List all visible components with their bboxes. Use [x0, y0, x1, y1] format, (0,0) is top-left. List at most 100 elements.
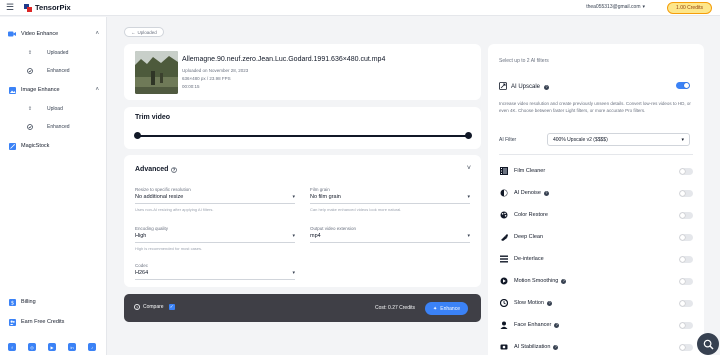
ai-filter-select[interactable]: 400% Upscale v2 ($$$$) ▾ [547, 133, 690, 146]
filter-name: Motion Smoothing [514, 278, 559, 284]
ai-upscale-toggle[interactable] [676, 82, 690, 89]
ai-denoise-toggle[interactable] [679, 189, 693, 197]
advanced-header[interactable]: Advanced ? [135, 166, 178, 173]
filter-name: AI Denoise [514, 190, 541, 196]
sidebar-item-magicstock[interactable]: MagicStock [0, 138, 107, 154]
chevron-down-icon: ▾ [292, 270, 295, 276]
logo[interactable]: TensorPix [24, 3, 71, 12]
filter-ai-denoise: AI Denoise? [499, 185, 693, 201]
ai-stabilization-toggle[interactable] [679, 343, 693, 351]
motion-smoothing-toggle[interactable] [679, 277, 693, 285]
video-icon [8, 31, 16, 38]
denoise-icon [499, 189, 508, 198]
filter-panel-title: Select up to 2 AI filters [499, 58, 549, 64]
field-value: No film grain [310, 194, 341, 200]
users-icon [8, 318, 16, 326]
linkedin-icon[interactable]: in [68, 343, 76, 351]
user-menu[interactable]: thea055313@gmail.com ▾ [586, 4, 645, 10]
encoding-quality-field[interactable]: Encoding quality High ▾ High is recommen… [135, 226, 295, 251]
help-icon[interactable]: ? [554, 322, 560, 328]
output-extension-field[interactable]: Output video extension mp4 ▾ [310, 226, 470, 243]
trim-card: Trim video [124, 107, 481, 149]
sidebar-group-image-enhance[interactable]: Image Enhance ˄ [0, 82, 107, 98]
filter-name: AI Upscale [511, 84, 541, 90]
upload-icon: ⇪ [27, 106, 33, 112]
filter-film-cleaner: Film Cleaner [499, 163, 693, 179]
help-icon[interactable]: ? [546, 300, 552, 306]
upscale-icon [499, 82, 507, 92]
cost-label: Cost: 0.27 Credits [374, 305, 415, 311]
compare-toggle[interactable]: ? Compare ✓ [134, 304, 175, 310]
video-thumbnail[interactable] [135, 51, 178, 94]
deinterlace-icon [499, 255, 508, 264]
filter-name: Color Restore [514, 212, 548, 218]
trim-start-handle[interactable] [133, 132, 141, 139]
ai-filter-value: 400% Upscale v2 ($$$$) [553, 137, 608, 143]
sidebar-group-video-enhance[interactable]: Video Enhance ˄ [0, 26, 107, 42]
social-links: f ◎ ▶ in ♪ [0, 343, 107, 351]
slow-motion-toggle[interactable] [679, 299, 693, 307]
chevron-up-icon: ˄ [95, 87, 99, 93]
field-value: mp4 [310, 233, 321, 239]
filter-name: De-interlace [514, 256, 544, 262]
divider [499, 154, 693, 155]
resize-field[interactable]: Resize to specific resolution No additio… [135, 187, 295, 212]
deep-clean-toggle[interactable] [679, 233, 693, 241]
sidebar-item-label: Enhanced [47, 124, 70, 130]
enhance-button[interactable]: ✦ Enhance [425, 302, 468, 315]
filter-name: Film Cleaner [514, 168, 546, 174]
chevron-down-icon: ▾ [292, 194, 295, 200]
sidebar-item-label: Billing [21, 299, 36, 305]
back-label: Uploaded [137, 29, 157, 35]
chevron-down-icon[interactable]: ˅ [467, 165, 471, 172]
film-grain-field[interactable]: Film grain No film grain ▾ Can help make… [310, 187, 470, 212]
tiktok-icon[interactable]: ♪ [88, 343, 96, 351]
face-enhancer-toggle[interactable] [679, 321, 693, 329]
sidebar-item-video-enhanced[interactable]: Enhanced [0, 64, 107, 78]
check-circle-icon [27, 124, 33, 130]
youtube-icon[interactable]: ▶ [48, 343, 56, 351]
instagram-icon[interactable]: ◎ [28, 343, 36, 351]
filter-motion-smoothing: Motion Smoothing? [499, 273, 693, 289]
ai-upscale-row: AI Upscale ? [499, 82, 691, 92]
sidebar-item-label: Uploaded [47, 50, 69, 56]
filter-slow-motion: Slow Motion? [499, 295, 693, 311]
filter-name: AI Stabilization [514, 344, 551, 350]
filter-de-interlace: De-interlace [499, 251, 693, 267]
slow-motion-icon [499, 299, 508, 308]
credits-button[interactable]: 1.00 Credits [667, 2, 712, 14]
chevron-up-icon: ˄ [95, 31, 99, 37]
sidebar-item-earn-free-credits[interactable]: Earn Free Credits [0, 314, 107, 330]
trim-end-handle[interactable] [464, 132, 472, 139]
sidebar-item-label: Enhanced [47, 68, 70, 74]
sidebar-item-image-enhanced[interactable]: Enhanced [0, 120, 107, 134]
help-icon[interactable]: ? [553, 344, 559, 350]
check-circle-icon [27, 68, 33, 74]
field-value: High [135, 233, 147, 239]
field-value: H264 [135, 270, 149, 276]
advanced-card: Advanced ? ˅ Resize to specific resoluti… [124, 155, 481, 287]
sidebar-item-uploaded[interactable]: ⇪ Uploaded [0, 46, 107, 60]
filter-ai-stabilization: AI Stabilization? [499, 339, 693, 355]
color-restore-toggle[interactable] [679, 211, 693, 219]
field-label: Resize to specific resolution [135, 187, 191, 192]
de-interlace-toggle[interactable] [679, 255, 693, 263]
floating-search-button[interactable] [697, 333, 719, 355]
film-cleaner-toggle[interactable] [679, 167, 693, 175]
help-icon[interactable]: ? [543, 190, 549, 196]
field-help: Can help make enhanced videos look more … [310, 207, 402, 212]
deep-clean-icon [499, 233, 508, 242]
top-bar: ☰ TensorPix thea055313@gmail.com ▾ 1.00 … [0, 0, 720, 16]
dollar-icon: $ [8, 298, 16, 306]
trim-slider-track[interactable] [137, 135, 468, 137]
help-icon[interactable]: ? [544, 84, 550, 90]
checkbox-checked-icon[interactable]: ✓ [168, 304, 175, 310]
codec-field[interactable]: Codec H264 ▾ [135, 263, 295, 280]
help-icon[interactable]: ? [561, 278, 567, 284]
back-button[interactable]: ← Uploaded [124, 27, 164, 37]
facebook-icon[interactable]: f [8, 343, 16, 351]
sidebar-item-upload[interactable]: ⇪ Upload [0, 102, 107, 116]
enhance-label: Enhance [440, 305, 460, 312]
sidebar-item-billing[interactable]: $ Billing [0, 294, 107, 310]
menu-icon[interactable]: ☰ [2, 2, 18, 13]
